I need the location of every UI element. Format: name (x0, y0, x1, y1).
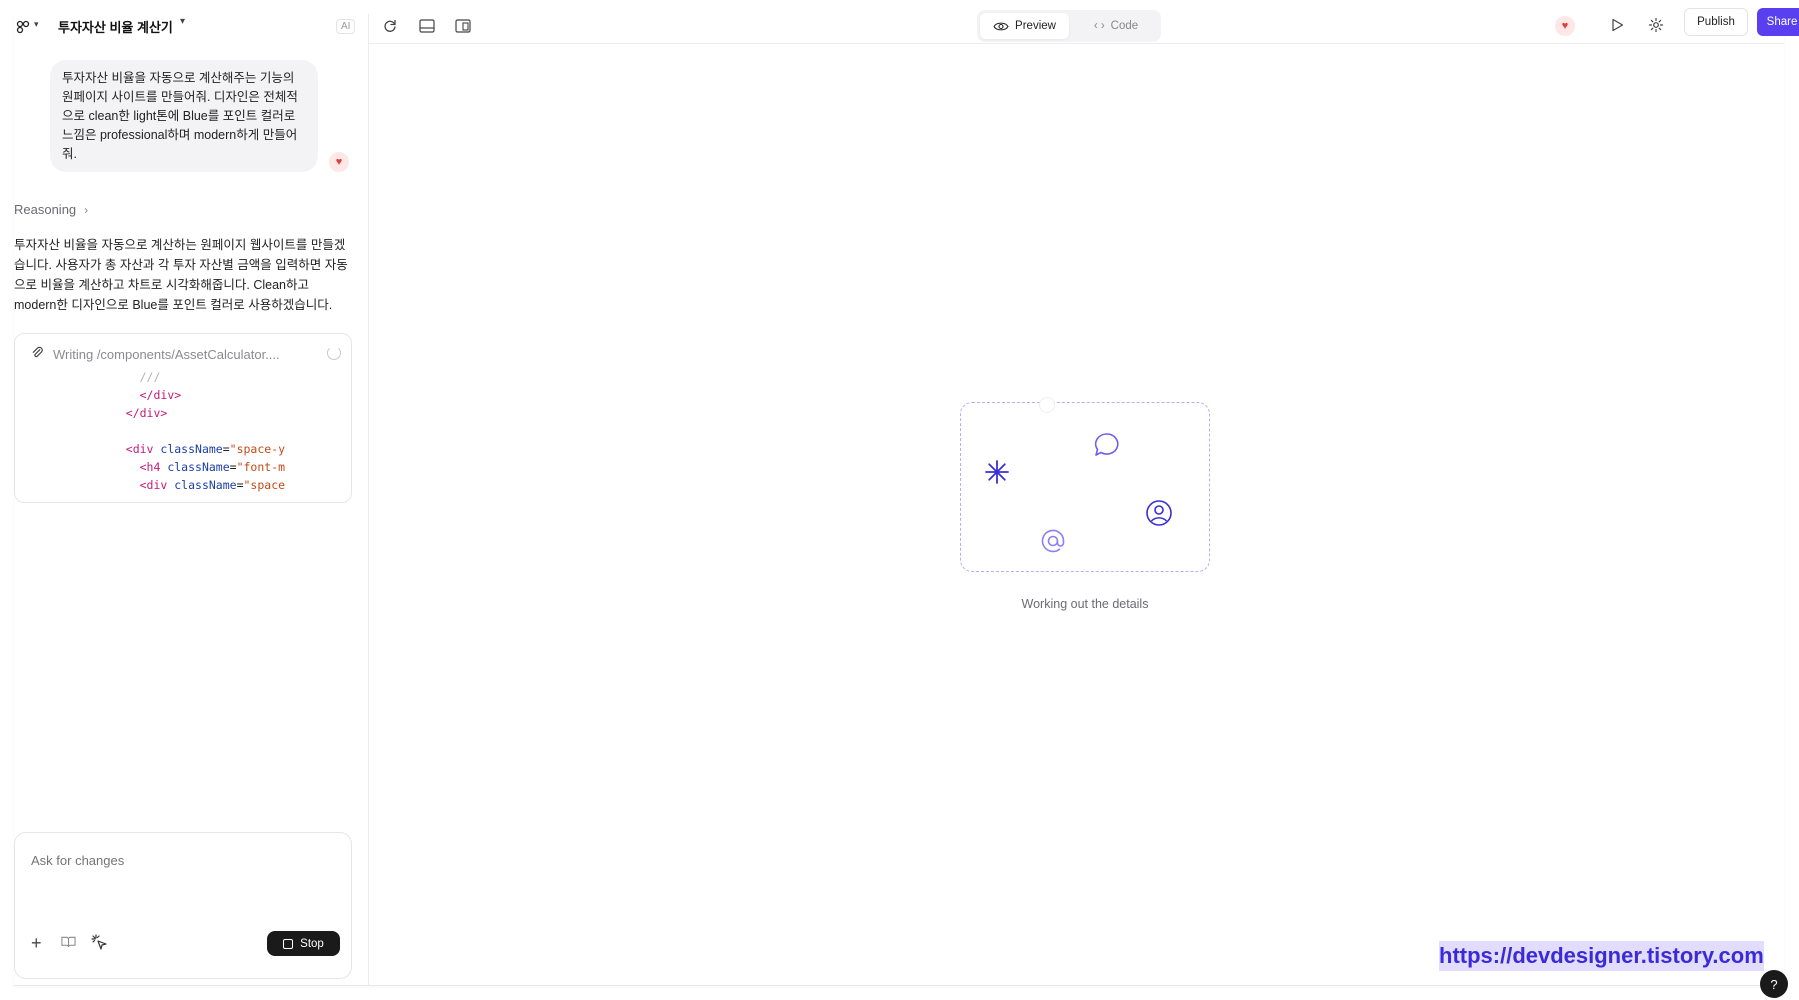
code-line: <h4 className="font-m (15, 458, 351, 476)
logo-chevron-down-icon[interactable]: ▾ (34, 19, 39, 30)
sidebar-header: ▾ 투자자산 비율 계산기 ▾ AI (14, 14, 369, 44)
tab-preview-label: Preview (1015, 20, 1056, 32)
code-token: "font-m (236, 460, 286, 474)
stop-label: Stop (300, 937, 324, 950)
code-line: /// (15, 368, 351, 386)
stop-square-icon (283, 938, 294, 949)
code-token: className (174, 478, 237, 492)
reasoning-label: Reasoning (14, 202, 77, 217)
plus-icon[interactable]: + (31, 933, 42, 954)
panel-bottom-icon[interactable] (419, 19, 435, 36)
chat-input[interactable] (31, 853, 331, 868)
watermark-url: https://devdesigner.tistory.com (1439, 941, 1764, 971)
preview-status-text: Working out the details (1021, 597, 1149, 611)
code-line: </div> (15, 404, 351, 422)
chat-sidebar: ▾ 투자자산 비율 계산기 ▾ AI 투자자산 비율을 자동으로 계산해주는 기… (14, 14, 369, 986)
tab-code-label: Code (1110, 20, 1139, 32)
code-token: "space (243, 478, 286, 492)
project-chevron-down-icon[interactable]: ▾ (180, 16, 185, 27)
writing-status: Writing /components/AssetCalculator.... (53, 346, 280, 362)
loading-spinner-icon (327, 346, 341, 360)
code-token: "space-y (229, 442, 286, 456)
help-button[interactable]: ? (1760, 970, 1788, 998)
code-card-header: Writing /components/AssetCalculator.... (31, 344, 341, 364)
code-writing-card[interactable]: Writing /components/AssetCalculator.... … (14, 333, 352, 503)
code-line: </div> (15, 386, 351, 404)
code-token: = (229, 460, 237, 474)
heart-avatar-icon[interactable]: ♥ (1555, 16, 1575, 36)
code-line: < (15, 494, 351, 496)
user-message: 투자자산 비율을 자동으로 계산해주는 기능의 원페이지 사이트를 만들어줘. … (50, 60, 318, 172)
tab-code[interactable]: ‹ › Code (1075, 13, 1157, 39)
share-button[interactable]: Share (1757, 8, 1799, 36)
user-circle-icon (1146, 500, 1172, 526)
stop-button[interactable]: Stop (267, 931, 340, 956)
assistant-reply: 투자자산 비율을 자동으로 계산하는 원페이지 웹사이트를 만들겠습니다. 사용… (14, 238, 348, 312)
view-mode-switch: Preview ‹ › Code (977, 10, 1161, 42)
reasoning-toggle[interactable]: Reasoning › (14, 202, 88, 217)
at-sign-icon (1041, 529, 1065, 553)
loading-placeholder (960, 397, 1210, 572)
book-icon[interactable] (61, 936, 76, 951)
code-token: <h4 (139, 460, 168, 474)
project-title[interactable]: 투자자산 비율 계산기 (58, 17, 173, 36)
code-line: <div className="space-y (15, 440, 351, 458)
code-brackets-icon: ‹ › (1093, 20, 1105, 32)
code-token: className (167, 460, 230, 474)
publish-button[interactable]: Publish (1684, 8, 1748, 36)
code-token: </div> (125, 406, 168, 420)
app-window: ▾ 투자자산 비율 계산기 ▾ AI 투자자산 비율을 자동으로 계산해주는 기… (14, 8, 1799, 986)
app-logo-icon[interactable] (16, 20, 30, 34)
code-line: <div className="space (15, 476, 351, 494)
code-preview: /// </div> </div> <div className="space-… (15, 368, 351, 496)
code-token: = (236, 478, 244, 492)
code-token: /// (139, 370, 161, 384)
ai-badge[interactable]: AI (336, 19, 356, 34)
chat-input-box[interactable]: + Stop (14, 832, 352, 979)
refresh-icon[interactable] (383, 19, 397, 36)
code-token: <div (125, 442, 161, 456)
eye-icon (993, 22, 1009, 30)
chevron-right-icon: › (84, 202, 89, 217)
split-view-icon[interactable] (455, 19, 471, 36)
gear-icon[interactable] (1648, 17, 1664, 36)
sparkle-cursor-icon[interactable] (91, 934, 109, 957)
code-token: = (222, 442, 230, 456)
play-icon[interactable] (1611, 18, 1624, 35)
code-token: </div> (139, 388, 182, 402)
user-avatar-heart-icon: ♥ (329, 152, 349, 172)
code-token: <div (139, 478, 175, 492)
drag-dot-icon (1039, 397, 1055, 413)
asterisk-icon (985, 460, 1009, 484)
chat-bubble-icon (1094, 433, 1119, 456)
tab-preview[interactable]: Preview (980, 13, 1069, 39)
code-token: className (160, 442, 223, 456)
preview-toolbar: Preview ‹ › Code ♥ Publish Share (369, 8, 1799, 44)
paperclip-icon (31, 346, 53, 362)
